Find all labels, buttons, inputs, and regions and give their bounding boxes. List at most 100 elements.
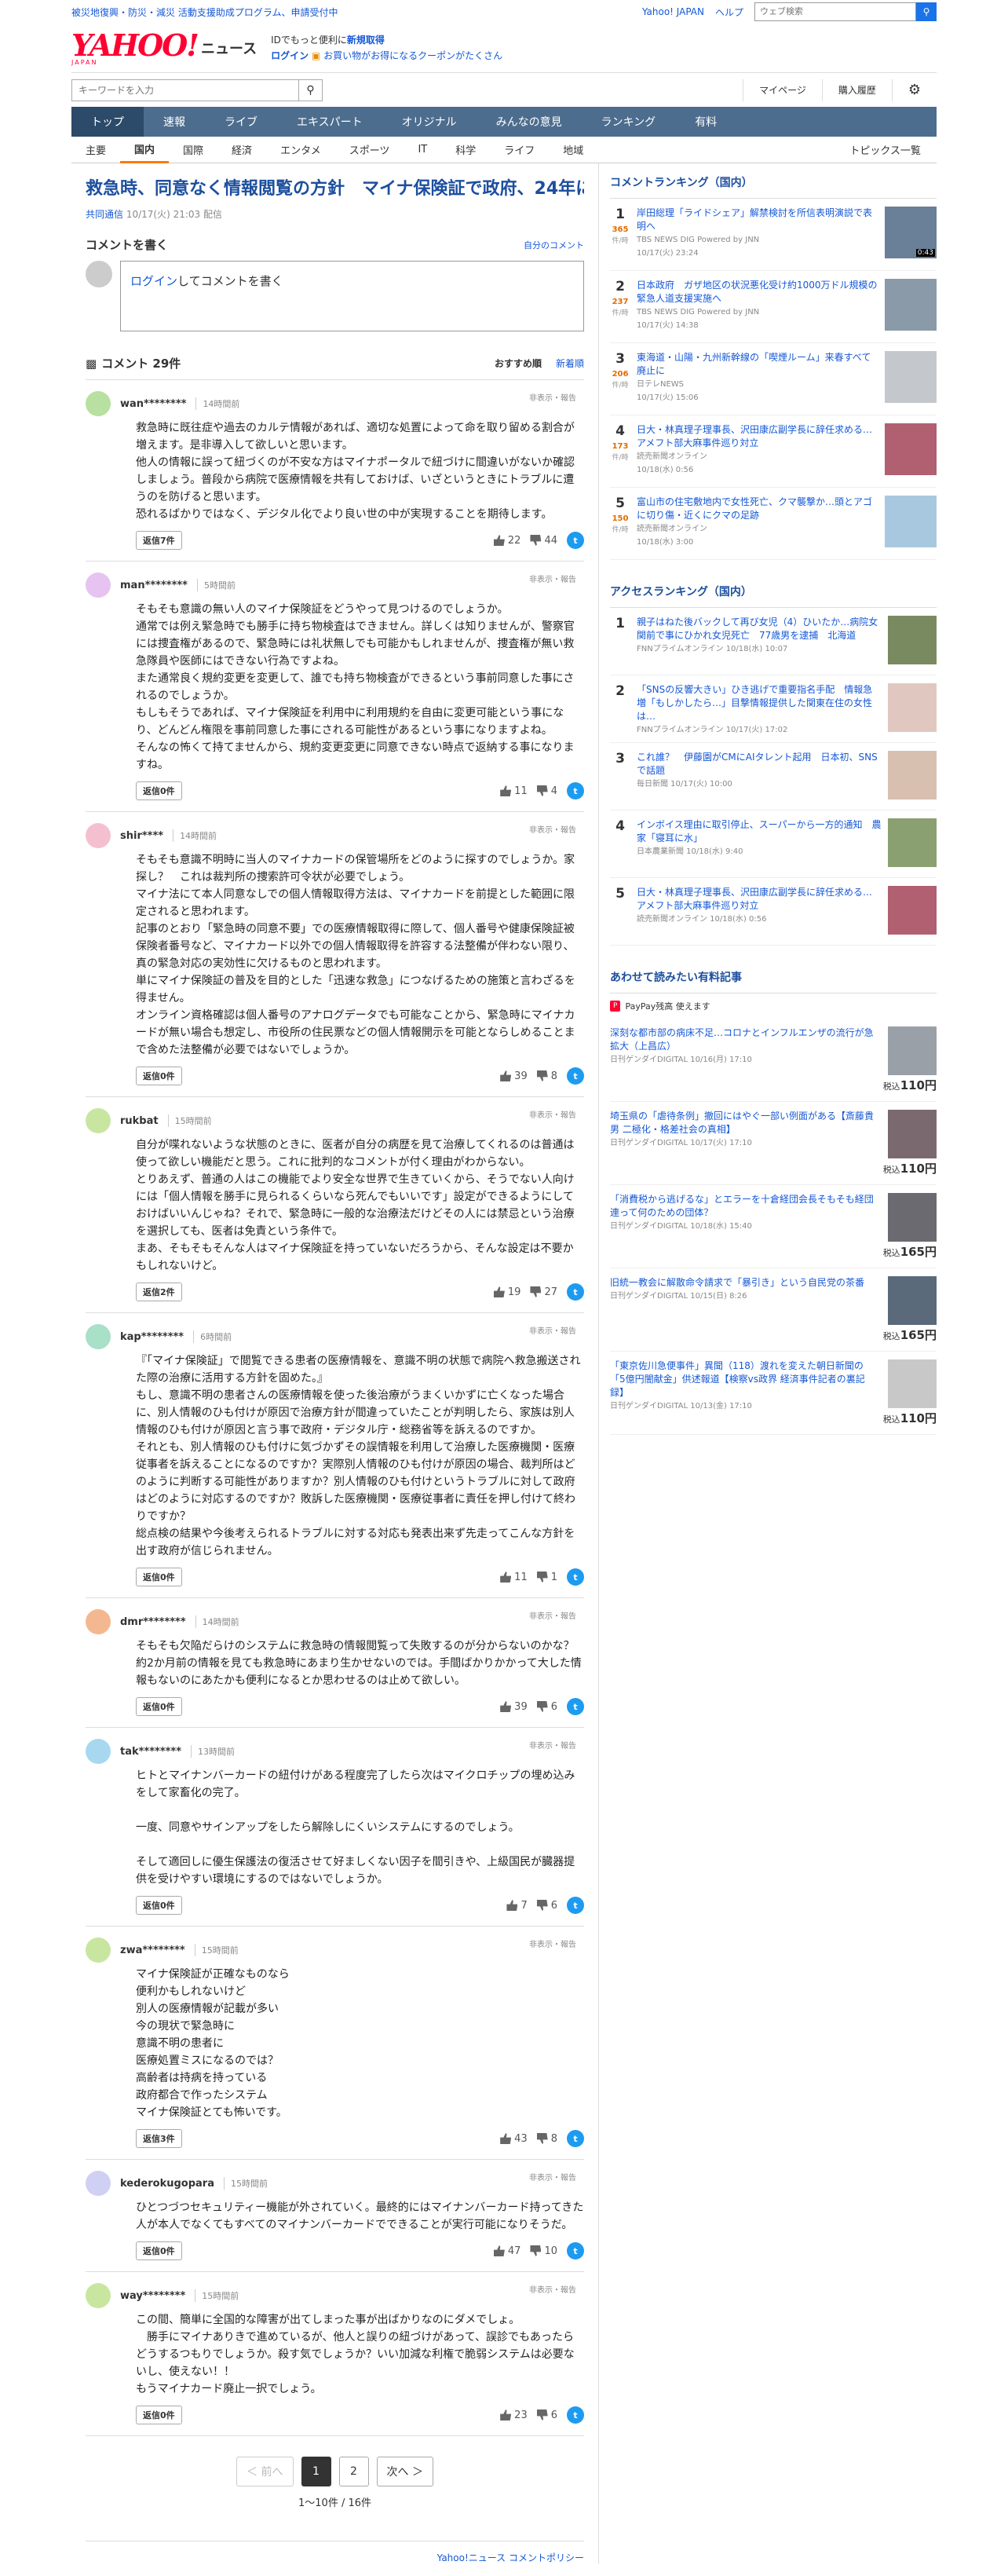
report-link[interactable]: 非表示・報告 bbox=[529, 1609, 576, 1621]
twitter-icon[interactable]: t bbox=[567, 1897, 584, 1914]
twitter-icon[interactable]: t bbox=[567, 1283, 584, 1301]
reply-toggle-button[interactable]: 返信0件 bbox=[136, 781, 182, 800]
thumbnail-image[interactable] bbox=[888, 886, 937, 935]
tab-science[interactable]: 科学 bbox=[441, 137, 490, 163]
upvote-button[interactable]: 43 bbox=[500, 2133, 528, 2145]
thumbnail-image[interactable] bbox=[888, 1276, 937, 1325]
reply-toggle-button[interactable]: 返信0件 bbox=[136, 1697, 182, 1716]
paid-item[interactable]: 埼玉県の「虐待条例」撤回にはやぐ一部い例面がある【斎藤貴男 二極化・格差社会の真… bbox=[610, 1102, 937, 1185]
access-title[interactable]: 日大・林真理子理事長、沢田康広副学長に辞任求める…アメフト部大麻事件巡り対立 bbox=[637, 886, 882, 913]
my-comments-link[interactable]: 自分のコメント bbox=[524, 239, 584, 251]
ranking-item[interactable]: 2 237 件/時 日本政府 ガザ地区の状況悪化受け約1000万ドル規模の緊急人道支援… bbox=[610, 271, 937, 343]
ranking-item[interactable]: 4 173 件/時 日大・林真理子理事長、沢田康広副学長に辞任求める…アメフト部大麻事… bbox=[610, 415, 937, 488]
search-icon[interactable]: ⚲ bbox=[299, 79, 323, 101]
mypage-link[interactable]: マイページ bbox=[743, 79, 822, 101]
nav-opinion[interactable]: みんなの意見 bbox=[477, 107, 582, 137]
paid-title[interactable]: 深刻な都市部の病床不足…コロナとインフルエンザの流行が急拡大（上昌広） bbox=[610, 1026, 877, 1053]
topics-list-link[interactable]: トピックス一覧 bbox=[849, 142, 937, 157]
report-link[interactable]: 非表示・報告 bbox=[529, 391, 576, 403]
thumbnail-image[interactable] bbox=[888, 683, 937, 732]
access-item[interactable]: 5 日大・林真理子理事長、沢田康広副学長に辞任求める…アメフト部大麻事件巡り対立読… bbox=[610, 878, 937, 946]
tab-entertainment[interactable]: エンタメ bbox=[266, 137, 335, 163]
twitter-icon[interactable]: t bbox=[567, 2406, 584, 2424]
ranking-item[interactable]: 1 365 件/時 岸田総理「ライドシェア」解禁検討を所信表明演説で表明へ TBS NE… bbox=[610, 199, 937, 271]
tab-region[interactable]: 地域 bbox=[549, 137, 597, 163]
report-link[interactable]: 非表示・報告 bbox=[529, 1108, 576, 1120]
web-search-input[interactable] bbox=[754, 2, 916, 21]
twitter-icon[interactable]: t bbox=[567, 782, 584, 800]
notice-link[interactable]: 被災地復興・防災・減災 活動支援助成プログラム、申請受付中 bbox=[71, 5, 338, 19]
ranking-item[interactable]: 5 150 件/時 富山市の住宅敷地内で女性死亡、クマ襲撃か…頭とアゴに切り傷・近くに… bbox=[610, 488, 937, 560]
yahoo-logo[interactable]: YAHOO! JAPAN bbox=[71, 30, 199, 66]
downvote-button[interactable]: 10 bbox=[530, 2245, 557, 2257]
nav-original[interactable]: オリジナル bbox=[382, 107, 477, 137]
report-link[interactable]: 非表示・報告 bbox=[529, 2171, 576, 2183]
thumbnail-image[interactable] bbox=[888, 616, 937, 664]
paid-title[interactable]: 「東京佐川急便事件」異聞（118）渡れを変えた朝日新聞の「5億円闇献金」供述報道… bbox=[610, 1359, 877, 1400]
source-link[interactable]: 共同通信 bbox=[86, 209, 123, 220]
paid-item[interactable]: 「消費税から逃げるな」とエラーを十倉経団会長そもそも経団連って何のための団体？ 日… bbox=[610, 1185, 937, 1268]
report-link[interactable]: 非表示・報告 bbox=[529, 823, 576, 835]
prev-page-button[interactable]: ＜ 前へ bbox=[236, 2457, 294, 2486]
thumbnail-image[interactable] bbox=[885, 351, 937, 403]
report-link[interactable]: 非表示・報告 bbox=[529, 2283, 576, 2295]
twitter-icon[interactable]: t bbox=[567, 1067, 584, 1085]
avatar[interactable] bbox=[86, 1739, 111, 1764]
page-1-button[interactable]: 1 bbox=[301, 2457, 331, 2486]
thumbnail-image[interactable] bbox=[885, 496, 937, 547]
nav-top[interactable]: トップ bbox=[71, 107, 144, 137]
access-title[interactable]: これ誰？ 伊藤園がCMにAIタレント起用 日本初、SNSで話題 bbox=[637, 751, 882, 778]
report-link[interactable]: 非表示・報告 bbox=[529, 1739, 576, 1751]
purchase-history-link[interactable]: 購入履歴 bbox=[821, 79, 892, 101]
twitter-icon[interactable]: t bbox=[567, 1568, 584, 1586]
downvote-button[interactable]: 4 bbox=[537, 785, 557, 797]
avatar[interactable] bbox=[86, 1937, 111, 1963]
reply-toggle-button[interactable]: 返信0件 bbox=[136, 2406, 182, 2424]
downvote-button[interactable]: 1 bbox=[537, 1572, 557, 1583]
access-item[interactable]: 1 親子はねた後バックして再び女児（4）ひいたか…病院女関前で事にひかれ女児死亡 … bbox=[610, 608, 937, 675]
twitter-icon[interactable]: t bbox=[567, 2242, 584, 2259]
avatar[interactable] bbox=[86, 1609, 111, 1634]
downvote-button[interactable]: 27 bbox=[530, 1286, 557, 1298]
twitter-icon[interactable]: t bbox=[567, 2130, 584, 2147]
tab-main[interactable]: 主要 bbox=[71, 137, 120, 163]
avatar[interactable] bbox=[86, 1108, 111, 1133]
keyword-search-input[interactable] bbox=[71, 79, 299, 101]
reply-toggle-button[interactable]: 返信0件 bbox=[136, 1896, 182, 1915]
upvote-button[interactable]: 19 bbox=[493, 1286, 520, 1298]
paid-title[interactable]: 「消費税から逃げるな」とエラーを十倉経団会長そもそも経団連って何のための団体？ bbox=[610, 1193, 877, 1220]
twitter-icon[interactable]: t bbox=[567, 1698, 584, 1715]
login-link[interactable]: ログイン bbox=[271, 50, 309, 61]
comment-user[interactable]: man******** bbox=[120, 580, 188, 591]
comment-user[interactable]: rukbat bbox=[120, 1115, 159, 1127]
twitter-icon[interactable]: t bbox=[567, 532, 584, 549]
upvote-button[interactable]: 39 bbox=[500, 1701, 528, 1713]
reply-toggle-button[interactable]: 返信7件 bbox=[136, 531, 182, 550]
comment-user[interactable]: kederokugopara bbox=[120, 2178, 214, 2190]
nav-expert[interactable]: エキスパート bbox=[277, 107, 382, 137]
access-item[interactable]: 2 「SNSの反響大きい」ひき逃げで重要指名手配 情報急増「もしかしたら…」目撃情… bbox=[610, 675, 937, 743]
tab-world[interactable]: 国際 bbox=[169, 137, 217, 163]
gear-icon[interactable]: ⚙ bbox=[891, 79, 937, 101]
rank-title[interactable]: 東海道・山陽・九州新幹線の「喫煙ルーム」来春すべて廃止に bbox=[637, 351, 878, 378]
article-title[interactable]: 救急時、同意なく情報閲覧の方針 マイナ保険証で政府、24年にも bbox=[86, 163, 584, 207]
sort-new[interactable]: 新着順 bbox=[556, 357, 584, 370]
comment-input[interactable]: ログインしてコメントを書く bbox=[120, 261, 584, 331]
comment-login-link[interactable]: ログイン bbox=[130, 274, 177, 288]
downvote-button[interactable]: 6 bbox=[537, 1701, 557, 1713]
comment-user[interactable]: shir**** bbox=[120, 830, 163, 842]
comment-user[interactable]: tak******** bbox=[120, 1746, 181, 1758]
downvote-button[interactable]: 8 bbox=[537, 1070, 557, 1082]
upvote-button[interactable]: 39 bbox=[500, 1070, 528, 1082]
reply-toggle-button[interactable]: 返信0件 bbox=[136, 2241, 182, 2260]
access-title[interactable]: 親子はねた後バックして再び女児（4）ひいたか…病院女関前で事にひかれ女児死亡 7… bbox=[637, 616, 882, 642]
avatar[interactable] bbox=[86, 2283, 111, 2308]
yahoo-japan-link[interactable]: Yahoo! JAPAN bbox=[642, 6, 704, 17]
thumbnail-image[interactable] bbox=[888, 1026, 937, 1075]
tab-life[interactable]: ライフ bbox=[490, 137, 549, 163]
paid-item[interactable]: 深刻な都市部の病床不足…コロナとインフルエンザの流行が急拡大（上昌広） 日刊ゲンダ… bbox=[610, 1019, 937, 1102]
tab-domestic[interactable]: 国内 bbox=[120, 137, 170, 163]
avatar[interactable] bbox=[86, 573, 111, 598]
page-2-button[interactable]: 2 bbox=[338, 2457, 369, 2486]
thumbnail-image[interactable] bbox=[888, 1359, 937, 1408]
